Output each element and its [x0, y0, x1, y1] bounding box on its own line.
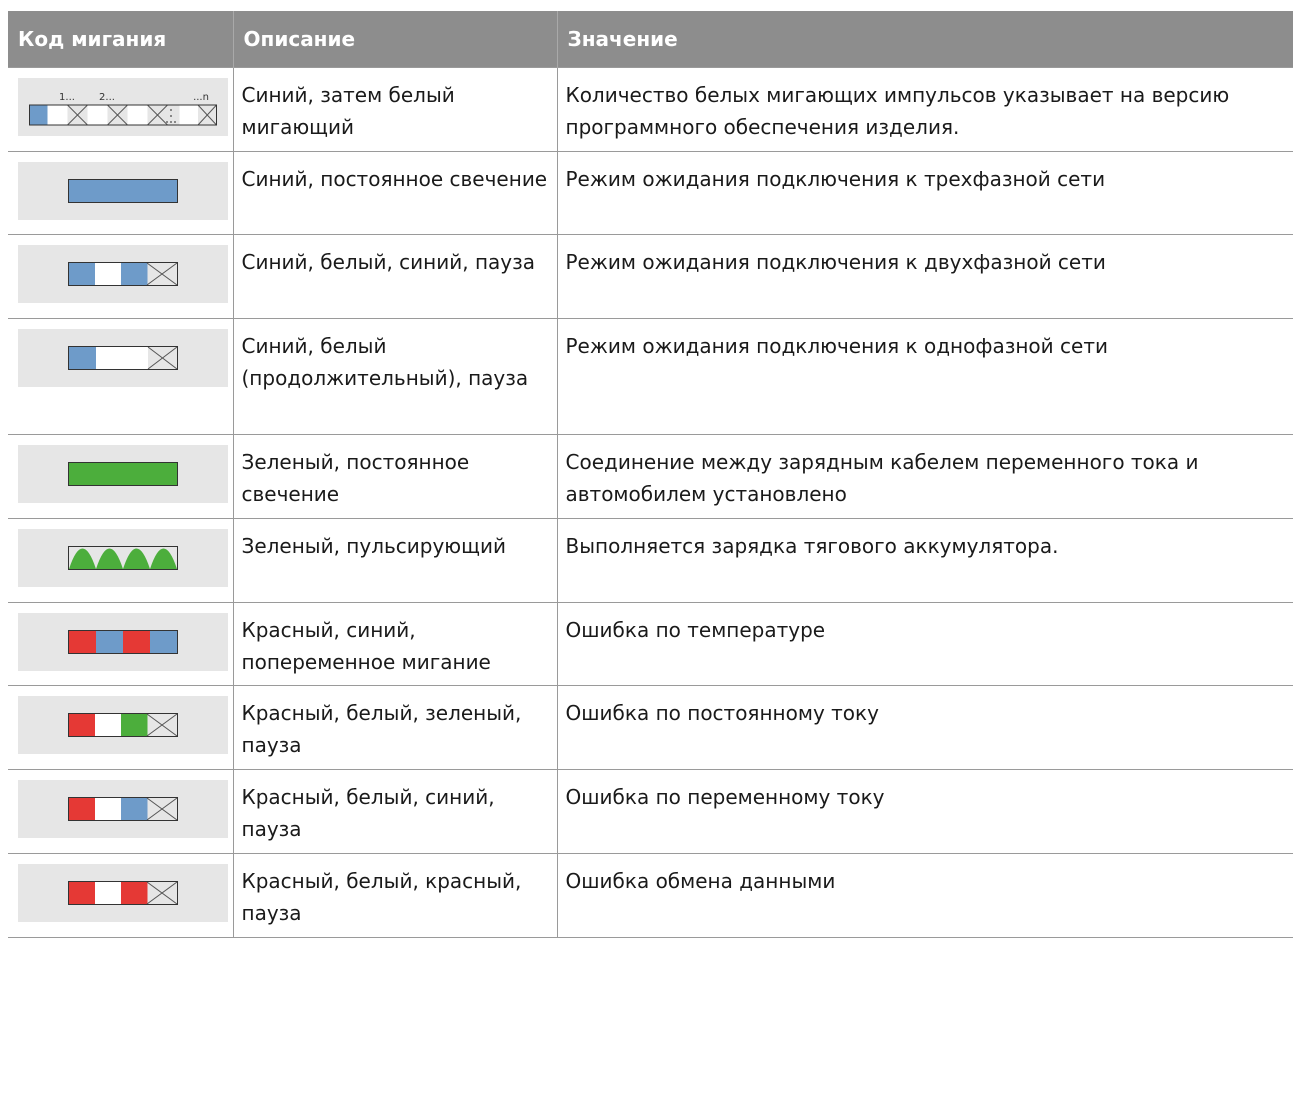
table-row: Синий, белый (продолжительный), пауза Ре… — [8, 318, 1293, 435]
description-cell: Синий, затем белый мигающий — [232, 67, 558, 152]
pause-cross-icon — [146, 797, 178, 821]
pause-cross-icon — [67, 104, 88, 126]
description-cell: Красный, белый, красный, пауза — [232, 853, 558, 938]
white-segment — [95, 797, 122, 821]
count-label: 2... — [99, 92, 115, 103]
white-segment — [47, 105, 68, 125]
white-segment — [127, 105, 148, 125]
flash-pattern — [18, 613, 228, 671]
table-row: Зеленый, постоянное свечение Соединение … — [8, 434, 1293, 519]
red-segment — [69, 713, 96, 737]
white-segment — [179, 105, 198, 125]
code-cell — [8, 518, 234, 603]
blue-segment — [96, 630, 124, 654]
pause-cross-icon — [147, 104, 168, 126]
code-cell — [8, 685, 234, 770]
flash-pattern — [18, 162, 228, 220]
table-header-row: Код мигания Описание Значение — [8, 11, 1293, 68]
code-cell — [8, 151, 234, 235]
meaning-cell: Ошибка по постоянному току — [556, 685, 1293, 770]
description-cell: Красный, белый, синий, пауза — [232, 769, 558, 854]
description-cell: Красный, белый, зеленый, пауза — [232, 685, 558, 770]
meaning-cell: Ошибка по переменному току — [556, 769, 1293, 854]
code-cell: 1... 2... ...n — [8, 67, 234, 152]
description-cell: Красный, синий, попеременное мигание — [232, 602, 558, 686]
table-row: Синий, белый, синий, пауза Режим ожидани… — [8, 234, 1293, 319]
meaning-cell: Количество белых мигающих импульсов указ… — [556, 67, 1293, 152]
blue-segment — [29, 105, 48, 125]
meaning-cell: Ошибка по температуре — [556, 602, 1293, 686]
red-segment — [69, 630, 97, 654]
count-label: ...n — [193, 92, 209, 103]
description-cell: Зеленый, пульсирующий — [232, 518, 558, 603]
red-segment — [69, 797, 96, 821]
flash-pattern — [18, 445, 228, 503]
meaning-cell: Ошибка обмена данными — [556, 853, 1293, 938]
table-row: Зеленый, пульсирующий Выполняется зарядк… — [8, 518, 1293, 603]
green-segment — [121, 713, 148, 737]
white-segment — [95, 713, 122, 737]
white-segment — [96, 346, 148, 370]
count-label: 1... — [59, 92, 75, 103]
pause-cross-icon — [146, 262, 178, 286]
led-code-table: Код мигания Описание Значение 1... 2.....… — [8, 11, 1293, 938]
flash-pattern — [18, 696, 228, 754]
white-segment — [95, 262, 122, 286]
table-row: Красный, белый, синий, пауза Ошибка по п… — [8, 769, 1293, 854]
meaning-cell: Соединение между зарядным кабелем переме… — [556, 434, 1293, 519]
code-cell — [8, 769, 234, 854]
code-cell — [8, 434, 234, 519]
pause-cross-icon — [197, 104, 217, 126]
pause-cross-icon — [146, 713, 178, 737]
white-segment — [87, 105, 108, 125]
flash-pattern — [18, 529, 228, 587]
description-cell: Синий, белый, синий, пауза — [232, 234, 558, 319]
blue-segment — [150, 630, 178, 654]
flash-pattern — [18, 245, 228, 303]
header-meaning: Значение — [557, 11, 1293, 68]
code-cell — [8, 853, 234, 938]
table-row: 1... 2... ...n Синий, затем белый мигающий… — [8, 67, 1293, 152]
green-pulse-wave — [69, 548, 177, 569]
table-row: Красный, белый, красный, пауза Ошибка об… — [8, 853, 1293, 938]
red-segment — [123, 630, 151, 654]
blue-segment — [69, 262, 96, 286]
table-row: Синий, постоянное свечение Режим ожидани… — [8, 151, 1293, 235]
pause-cross-icon — [107, 104, 128, 126]
ellipsis-marks — [166, 109, 176, 123]
blue-segment — [121, 797, 148, 821]
meaning-cell: Выполняется зарядка тягового аккумулятор… — [556, 518, 1293, 603]
pause-cross-icon — [147, 346, 178, 370]
flash-pattern — [18, 780, 228, 838]
meaning-cell: Режим ожидания подключения к трехфазной … — [556, 151, 1293, 235]
green-segment — [69, 462, 177, 486]
pause-cross-icon — [146, 881, 178, 905]
meaning-cell: Режим ожидания подключения к двухфазной … — [556, 234, 1293, 319]
blue-segment — [121, 262, 148, 286]
description-cell: Синий, постоянное свечение — [232, 151, 558, 235]
white-segment — [95, 881, 122, 905]
description-cell: Зеленый, постоянное свечение — [232, 434, 558, 519]
code-cell — [8, 318, 234, 435]
table-row: Красный, синий, попеременное мигание Оши… — [8, 602, 1293, 686]
flash-pattern — [18, 329, 228, 387]
red-segment — [69, 881, 96, 905]
code-cell — [8, 602, 234, 686]
code-cell — [8, 234, 234, 319]
flash-pattern: 1... 2... ...n — [18, 78, 228, 136]
header-code: Код мигания — [8, 11, 234, 68]
red-segment — [121, 881, 148, 905]
description-cell: Синий, белый (продолжительный), пауза — [232, 318, 558, 435]
header-description: Описание — [233, 11, 558, 68]
blue-segment — [69, 346, 96, 370]
flash-pattern — [18, 864, 228, 922]
blue-segment — [69, 179, 177, 203]
meaning-cell: Режим ожидания подключения к однофазной … — [556, 318, 1293, 435]
table-row: Красный, белый, зеленый, пауза Ошибка по… — [8, 685, 1293, 770]
